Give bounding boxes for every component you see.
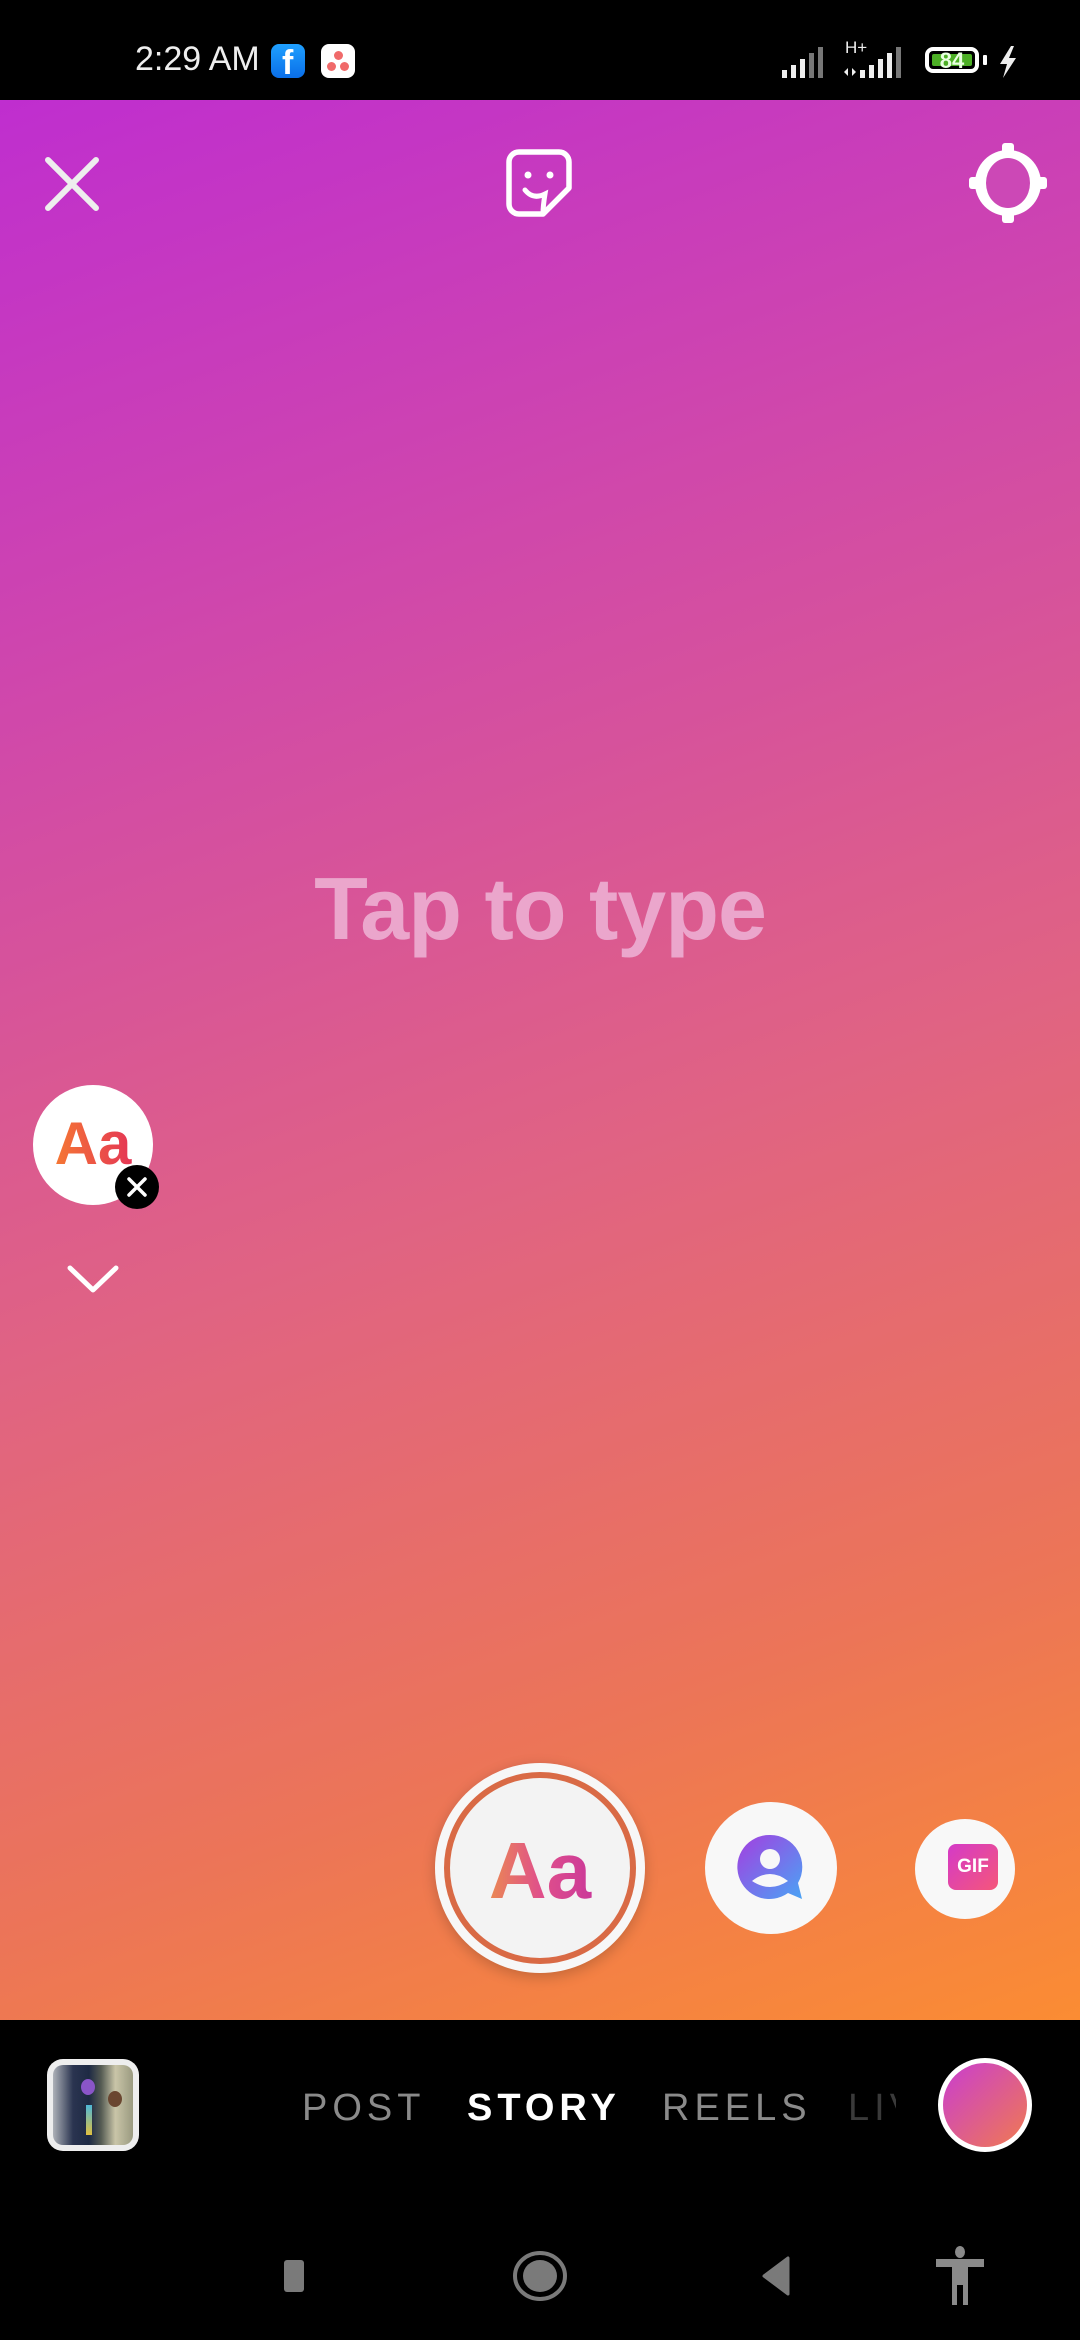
sticker-icon[interactable] — [505, 148, 573, 218]
tab-story[interactable]: STORY — [467, 2087, 621, 2130]
status-time: 2:29 AM — [135, 40, 260, 78]
remove-font-button[interactable] — [115, 1165, 159, 1209]
battery-tip — [983, 55, 987, 65]
asana-icon — [321, 44, 355, 78]
home-icon[interactable] — [512, 2250, 568, 2302]
gif-mode-button[interactable]: GIF — [915, 1819, 1015, 1919]
close-icon[interactable] — [44, 156, 100, 212]
capture-button[interactable] — [938, 2058, 1032, 2152]
battery-level: 84 — [939, 48, 965, 73]
facebook-icon: f — [271, 44, 305, 82]
close-icon — [127, 1177, 147, 1197]
tab-post[interactable]: POST — [302, 2087, 425, 2130]
mode-tabs: POST STORY REELS LIVE — [0, 2087, 1080, 2137]
chevron-down-icon[interactable] — [66, 1262, 120, 1296]
text-mode-button[interactable]: Aa — [435, 1763, 645, 1973]
mention-icon — [737, 1834, 803, 1899]
settings-icon[interactable] — [969, 143, 1047, 223]
mention-mode-button[interactable] — [705, 1802, 837, 1934]
charging-icon — [1000, 46, 1016, 78]
gif-icon: GIF — [948, 1844, 998, 1890]
accessibility-icon[interactable] — [932, 2245, 988, 2307]
text-mode-label: Aa — [435, 1825, 645, 1917]
tab-live[interactable]: LIVE — [848, 2087, 896, 2130]
signal-icon — [782, 47, 823, 78]
status-bar: 2:29 AM f H+ 84 — [0, 0, 1080, 100]
signal-icon-2 — [844, 47, 901, 78]
story-canvas[interactable] — [0, 100, 1080, 2020]
tab-reels[interactable]: REELS — [662, 2087, 812, 2130]
battery-icon: 84 — [925, 47, 979, 73]
back-icon[interactable] — [760, 2256, 792, 2296]
recents-icon[interactable] — [282, 2258, 306, 2294]
text-input-placeholder[interactable]: Tap to type — [0, 858, 1080, 960]
